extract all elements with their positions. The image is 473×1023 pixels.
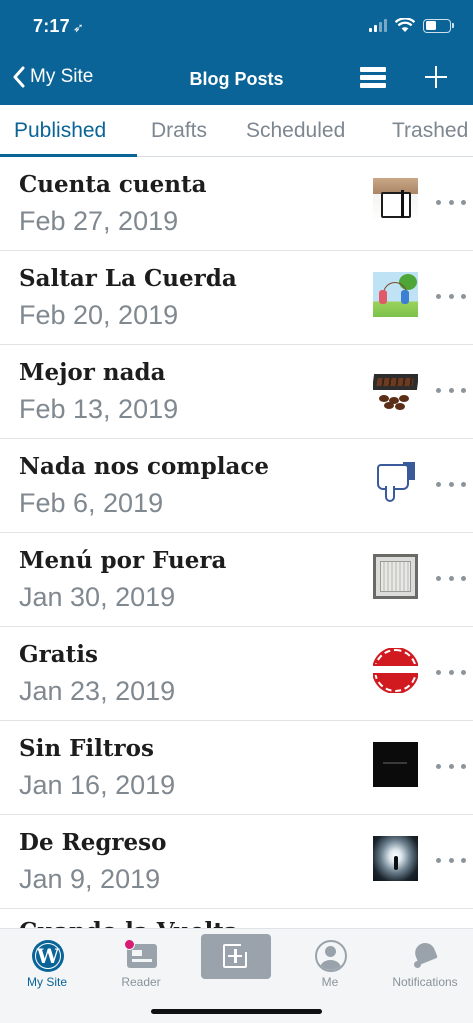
more-options-icon[interactable]	[436, 759, 466, 773]
post-row[interactable]: Gratis Jan 23, 2019	[0, 627, 473, 721]
post-date: Jan 16, 2019	[19, 770, 176, 800]
plus-icon[interactable]	[423, 64, 449, 90]
post-date: Feb 27, 2019	[19, 206, 179, 236]
post-thumbnail	[373, 178, 418, 223]
location-icon: ➶	[72, 20, 84, 35]
wifi-icon	[395, 18, 415, 32]
post-title: Nada nos complace	[19, 453, 269, 480]
tab-trashed[interactable]: Trashed	[392, 119, 468, 143]
status-bar: 7:17 ➶	[0, 0, 473, 52]
post-date: Jan 9, 2019	[19, 864, 161, 894]
post-thumbnail	[373, 742, 418, 787]
post-date: Feb 6, 2019	[19, 488, 164, 518]
post-row[interactable]: Saltar La Cuerda Feb 20, 2019	[0, 251, 473, 345]
tab-me[interactable]: Me	[283, 935, 377, 993]
post-title: Sin Filtros	[19, 735, 154, 762]
status-indicators	[369, 18, 454, 33]
write-post-button[interactable]	[201, 934, 271, 979]
nav-bar: My Site Blog Posts	[0, 52, 473, 105]
post-date: Feb 13, 2019	[19, 394, 179, 424]
post-title: Mejor nada	[19, 359, 166, 386]
post-thumbnail	[373, 648, 418, 693]
post-row[interactable]: Nada nos complace Feb 6, 2019	[0, 439, 473, 533]
more-options-icon[interactable]	[436, 477, 466, 491]
post-row[interactable]: Menú por Fuera Jan 30, 2019	[0, 533, 473, 627]
tab-notifications[interactable]: Notifications	[378, 935, 472, 993]
more-options-icon[interactable]	[436, 571, 466, 585]
post-date: Jan 30, 2019	[19, 582, 176, 612]
bell-icon	[412, 939, 438, 968]
top-bar: 7:17 ➶ My Site Blog Posts	[0, 0, 473, 105]
post-title: Menú por Fuera	[19, 547, 227, 574]
more-options-icon[interactable]	[436, 383, 466, 397]
post-title: Saltar La Cuerda	[19, 265, 237, 292]
tab-my-site[interactable]: W My Site	[0, 935, 94, 993]
post-status-tabs: Published Drafts Scheduled Trashed	[0, 105, 473, 157]
post-row[interactable]: De Regreso Jan 9, 2019	[0, 815, 473, 909]
battery-icon	[423, 18, 454, 33]
tab-reader-label: Reader	[121, 975, 161, 989]
post-thumbnail	[373, 366, 418, 411]
tab-reader[interactable]: Reader	[94, 935, 188, 993]
tab-notifications-label: Notifications	[392, 975, 458, 989]
chevron-left-icon	[13, 66, 25, 88]
post-title: Cuenta cuenta	[19, 171, 207, 198]
post-row[interactable]: Cuenta cuenta Feb 27, 2019	[0, 157, 473, 251]
notification-dot	[124, 939, 135, 950]
profile-icon	[315, 940, 347, 972]
partial-post-title-text: Cuando la Vuelta	[19, 918, 239, 928]
tab-scheduled[interactable]: Scheduled	[246, 119, 345, 143]
reader-icon	[124, 939, 157, 968]
tab-my-site-label: My Site	[26, 975, 67, 989]
tab-drafts[interactable]: Drafts	[151, 119, 207, 143]
more-options-icon[interactable]	[436, 195, 466, 209]
wordpress-icon: W	[32, 940, 64, 972]
post-thumbnail	[373, 460, 418, 505]
post-thumbnail	[373, 836, 418, 881]
post-date: Feb 20, 2019	[19, 300, 179, 330]
more-options-icon[interactable]	[436, 665, 466, 679]
post-row[interactable]: Sin Filtros Jan 16, 2019	[0, 721, 473, 815]
signal-icon	[369, 19, 387, 32]
status-time: 7:17 ➶	[33, 16, 84, 37]
status-time-text: 7:17	[33, 16, 70, 36]
tab-published[interactable]: Published	[14, 119, 106, 143]
post-thumbnail	[373, 554, 418, 599]
partial-post-title: Cuando la Vuelta	[19, 918, 319, 928]
post-date: Jan 23, 2019	[19, 676, 176, 706]
post-thumbnail	[373, 272, 418, 317]
post-title: Gratis	[19, 641, 98, 668]
post-title: De Regreso	[19, 829, 167, 856]
tab-me-label: Me	[321, 975, 339, 989]
back-button[interactable]: My Site	[12, 66, 93, 88]
back-label: My Site	[30, 66, 94, 87]
post-row[interactable]: Mejor nada Feb 13, 2019	[0, 345, 473, 439]
list-icon[interactable]	[360, 67, 386, 91]
home-indicator	[151, 1009, 322, 1014]
more-options-icon[interactable]	[436, 289, 466, 303]
more-options-icon[interactable]	[436, 853, 466, 867]
